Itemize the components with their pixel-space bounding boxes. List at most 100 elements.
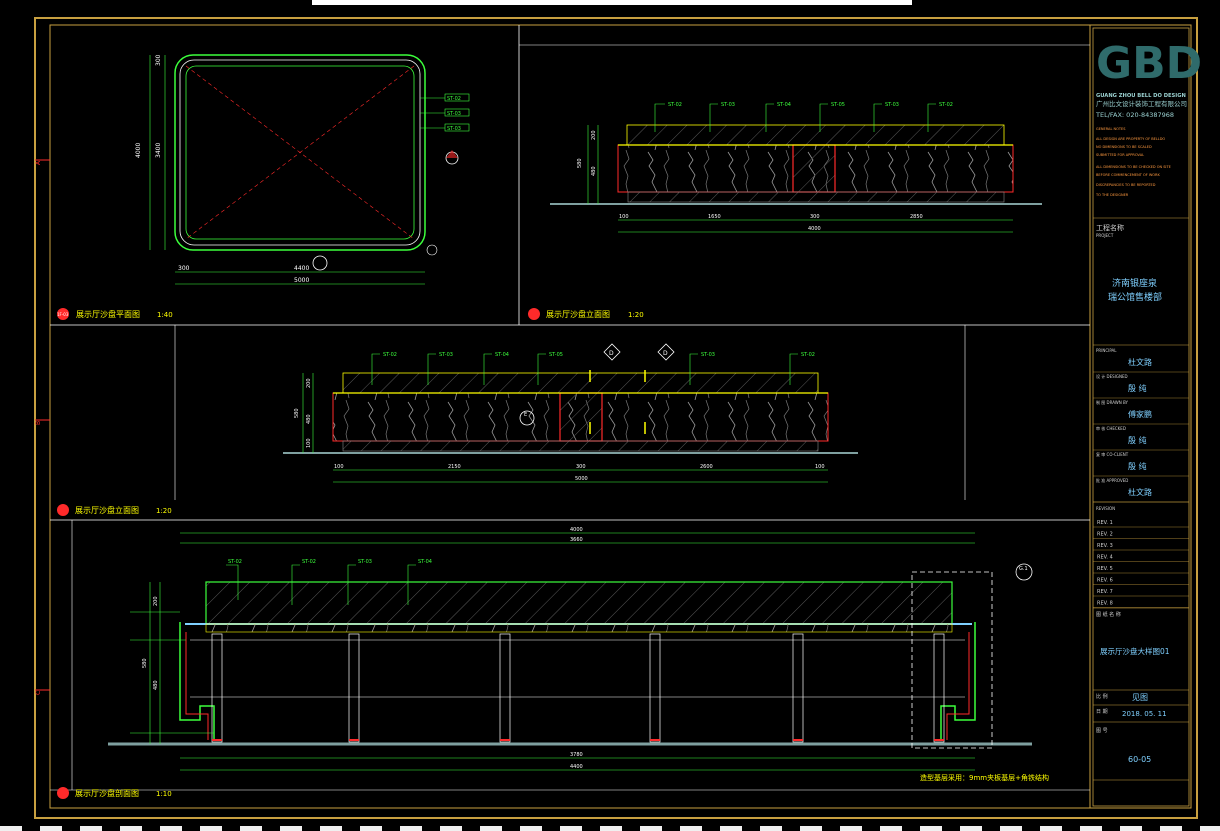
date-label: 日 期: [1096, 709, 1108, 715]
role-label: 批 准 APPROVED: [1096, 477, 1128, 483]
section-dim-h2: 480: [153, 680, 159, 690]
svg-text:展示厅沙盘剖面图: 展示厅沙盘剖面图: [75, 788, 139, 798]
elev1-tag-1: ST-03: [721, 102, 735, 108]
elev1-dim-h1: 200: [591, 130, 597, 140]
svg-text:ALL DESIGN ARE PROPERTY OF BEL: ALL DESIGN ARE PROPERTY OF BELLDO: [1096, 137, 1165, 141]
svg-text:TO THE DESIGNER: TO THE DESIGNER: [1095, 193, 1129, 197]
drawing-no-label: 图 号: [1096, 728, 1108, 734]
section-dim-h3: 580: [142, 658, 148, 668]
scale-label: 比 例: [1096, 693, 1108, 700]
section-dim-bottom-total: 4400: [570, 764, 583, 770]
plan-dim-total: 5000: [294, 277, 309, 284]
revision-row: REV. 7: [1097, 589, 1113, 595]
section-dim-h1: 200: [153, 596, 159, 606]
cad-drawing-canvas[interactable]: A B C 4000 3400 300 4400 5000 300 ST-02 …: [0, 0, 1220, 831]
elev2-dim-d4: 2600: [700, 464, 713, 470]
elev2-dim-d3: 300: [576, 464, 586, 470]
svg-text:1F-03: 1F-03: [57, 312, 69, 317]
elevation-1-title: 展示厅沙盘立面图 1:20: [528, 308, 644, 320]
svg-text:ST-02: ST-02: [447, 96, 461, 102]
elevation-2-title: 展示厅沙盘立面图 1:20: [57, 504, 172, 516]
role-label: 复 审 CO-CLIENT: [1096, 451, 1129, 457]
elev1-dim-h3: 580: [577, 158, 583, 168]
role-name: 傅家鹏: [1128, 409, 1152, 419]
svg-text:GBD: GBD: [1096, 38, 1202, 89]
elev2-dim-h2: 480: [306, 414, 312, 424]
section-tag-3: ST-04: [418, 559, 432, 565]
revision-row: REV. 5: [1097, 566, 1113, 572]
section-construction-note: 造型基层采用：9mm夹板基层+角铁结构: [920, 773, 1049, 782]
elevation-2-view[interactable]: ST-02 ST-03 ST-04 ST-05 ST-03 ST-02 D D …: [57, 343, 858, 516]
svg-text:1:10: 1:10: [156, 790, 172, 798]
project-label: 工程名称: [1096, 223, 1124, 232]
revision-label: REVISION: [1096, 506, 1115, 511]
elev2-tag-5: ST-02: [801, 352, 815, 358]
revision-row: REV. 2: [1097, 532, 1113, 538]
elev1-dim-d4: 2850: [910, 214, 923, 220]
svg-text:ST-03: ST-03: [447, 126, 461, 132]
section-tag-2: ST-03: [358, 559, 372, 565]
svg-text:DISCREPANCIES TO BE REPORTED: DISCREPANCIES TO BE REPORTED: [1096, 183, 1156, 187]
company-name-cn: 广州比文设计装饰工程有限公司: [1096, 99, 1187, 108]
svg-text:ST-03: ST-03: [447, 111, 461, 117]
svg-text:E: E: [524, 412, 527, 418]
revision-row: REV. 1: [1097, 520, 1113, 526]
svg-text:ALL DIMENSIONS TO BE CHECKED O: ALL DIMENSIONS TO BE CHECKED ON SITE: [1096, 165, 1171, 169]
role-name: 杜文路: [1128, 487, 1152, 497]
revision-row: REV. 3: [1097, 543, 1113, 549]
role-name: 殷 纯: [1128, 461, 1147, 471]
role-name: 殷 纯: [1128, 435, 1147, 445]
elev2-dim-d5: 100: [815, 464, 825, 470]
role-name: 杜文路: [1128, 357, 1152, 367]
section-tag-1: ST-02: [302, 559, 316, 565]
elev1-tag-2: ST-04: [777, 102, 791, 108]
elev2-tag-1: ST-03: [439, 352, 453, 358]
svg-text:D: D: [663, 350, 668, 357]
section-view[interactable]: G.1 ST-02 ST-02 ST-03 ST-04 580 200 480: [57, 527, 1049, 799]
title-block: GBD GUANG ZHOU BELL DO DESIGN 广州比文设计装饰工程…: [1092, 27, 1202, 807]
svg-text:NO DIMENSIONS TO BE SCALED: NO DIMENSIONS TO BE SCALED: [1096, 145, 1152, 149]
elev1-tag-3: ST-05: [831, 102, 845, 108]
svg-text:展示厅沙盘立面图: 展示厅沙盘立面图: [75, 505, 139, 515]
svg-text:G.1: G.1: [1019, 566, 1028, 572]
svg-text:展示厅沙盘立面图: 展示厅沙盘立面图: [546, 309, 610, 319]
plan-dim-side: 300: [178, 265, 190, 272]
section-dim-bottom-inner: 3780: [570, 752, 583, 758]
plan-dim-inner: 4400: [294, 265, 309, 272]
elev1-dim-h2: 480: [591, 166, 597, 176]
role-label: 制 图 DRAWN BY: [1096, 399, 1129, 405]
elev2-tag-2: ST-04: [495, 352, 509, 358]
drawing-name: 展示厅沙盘大样图01: [1100, 646, 1170, 656]
svg-text:B: B: [35, 421, 42, 425]
plan-dim-vside: 300: [155, 54, 162, 66]
svg-text:SUBMITTED FOR APPROVAL: SUBMITTED FOR APPROVAL: [1096, 153, 1144, 157]
svg-text:A: A: [35, 160, 42, 165]
elev2-tag-3: ST-05: [549, 352, 563, 358]
copyright-notes: GENERAL NOTES ALL DESIGN ARE PROPERTY OF…: [1095, 127, 1171, 197]
role-label: 审 核 CHECKED: [1096, 425, 1126, 431]
section-dim-top-total: 4000: [570, 527, 583, 533]
revision-row: REV. 6: [1097, 578, 1113, 584]
plan-scale-text: 1:40: [157, 311, 173, 319]
elev2-tag-4: ST-03: [701, 352, 715, 358]
svg-text:GENERAL NOTES: GENERAL NOTES: [1096, 127, 1126, 131]
section-detail-marker-icon: G.1: [1015, 563, 1033, 581]
scale-value: 见图: [1132, 693, 1148, 702]
plan-view[interactable]: 4000 3400 300 4400 5000 300 ST-02 ST-03 …: [57, 54, 470, 320]
elev2-dim-d2: 2150: [448, 464, 461, 470]
elev1-tag-0: ST-02: [668, 102, 682, 108]
section-title: 展示厅沙盘剖面图 1:10: [57, 787, 172, 799]
section-dim-top-inner: 3660: [570, 537, 583, 543]
role-label: 设 计 DESIGNED: [1096, 373, 1128, 379]
project-name-line2: 瑞公馆售楼部: [1108, 291, 1162, 303]
elev2-dim-d1: 100: [334, 464, 344, 470]
plan-dim-vtotal: 4000: [135, 143, 142, 158]
roles-table: PRINCIPAL杜文路设 计 DESIGNED殷 纯制 图 DRAWN BY傅…: [1093, 348, 1189, 503]
svg-text:C: C: [35, 691, 42, 695]
date-value: 2018. 05. 11: [1122, 710, 1167, 718]
elev1-dim-d1: 100: [619, 214, 629, 220]
plan-title: 1F-03 展示厅沙盘平面图 1:40: [57, 308, 173, 320]
svg-text:1:20: 1:20: [156, 507, 172, 515]
elevation-1-view[interactable]: ST-02 ST-03 ST-04 ST-05 ST-03 ST-02 580 …: [528, 102, 1042, 320]
company-tel: TEL/FAX: 020-84387968: [1095, 111, 1174, 119]
